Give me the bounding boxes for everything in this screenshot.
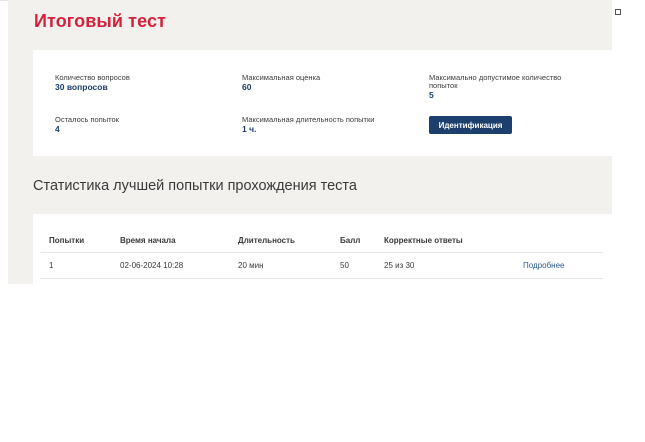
page-title: Итоговый тест: [34, 11, 166, 31]
row-duration: 20 мин: [238, 261, 264, 270]
attempts-left-value: 4: [55, 124, 60, 134]
column-header-correct-answers: Корректные ответы: [384, 236, 463, 245]
max-attempts-label: Максимально допустимое количество попыто…: [429, 73, 562, 90]
test-panel: Итоговый тест Количество вопросов 30 воп…: [8, 0, 612, 284]
max-duration-label: Максимальная длительность попытки: [242, 115, 375, 124]
questions-count-value: 30 вопросов: [55, 82, 108, 92]
column-header-attempts: Попытки: [49, 236, 85, 245]
attempts-left-label: Осталось попыток: [55, 115, 119, 124]
resize-handle[interactable]: [615, 9, 621, 15]
max-duration-value: 1 ч.: [242, 124, 257, 134]
row-start-time: 02-06-2024 10:28: [120, 261, 184, 270]
questions-count-label: Количество вопросов: [55, 73, 130, 82]
column-header-score: Балл: [340, 236, 361, 245]
max-duration: Максимальная длительность попытки 1 ч.: [242, 116, 374, 135]
row-score: 50: [340, 261, 349, 270]
row-attempt: 1: [49, 261, 54, 270]
row-correct-answers: 25 из 30: [384, 261, 415, 270]
max-score: Максимальная оценка 60: [242, 74, 320, 93]
column-header-start-time: Время начала: [120, 236, 176, 245]
attempts-left: Осталось попыток 4: [55, 116, 119, 135]
stats-section-title: Статистика лучшей попытки прохождения те…: [33, 178, 357, 194]
max-score-label: Максимальная оценка: [242, 73, 321, 82]
column-header-duration: Длительность: [238, 236, 295, 245]
max-attempts-value: 5: [429, 90, 434, 100]
max-attempts: Максимально допустимое количество попыто…: [429, 74, 579, 101]
stats-table: Попытки Время начала Длительность Балл К…: [33, 214, 612, 284]
test-info-card: Количество вопросов 30 вопросов Максимал…: [33, 50, 612, 156]
max-score-value: 60: [242, 82, 252, 92]
header-divider: [41, 252, 603, 253]
row-divider: [41, 278, 603, 279]
details-link[interactable]: Подробнее: [523, 261, 565, 270]
questions-count: Количество вопросов 30 вопросов: [55, 74, 130, 93]
identification-button[interactable]: Идентификация: [429, 116, 512, 134]
